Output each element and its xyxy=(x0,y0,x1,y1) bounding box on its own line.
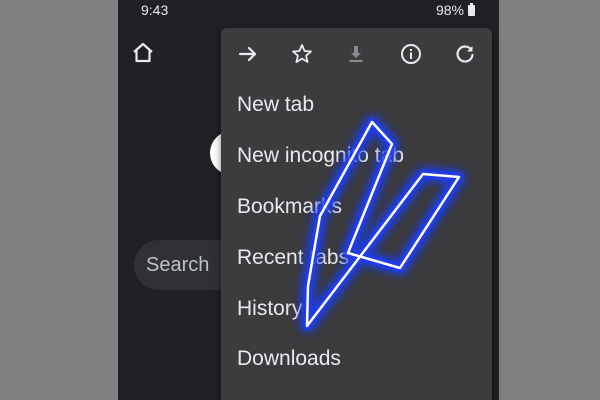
search-placeholder: Search xyxy=(146,254,210,276)
battery-icon xyxy=(468,2,475,16)
status-right: 98% xyxy=(436,2,475,18)
home-icon[interactable] xyxy=(131,41,155,65)
menu-item-downloads[interactable]: Downloads xyxy=(221,334,492,384)
download-icon xyxy=(349,46,363,62)
menu-item-bookmarks[interactable]: Bookmarks xyxy=(221,182,492,232)
battery-percentage: 98% xyxy=(435,2,464,18)
menu-item-label: New tab xyxy=(237,93,315,116)
status-time: 9:43 xyxy=(141,2,169,18)
forward-icon[interactable] xyxy=(236,42,260,66)
menu-item-label: New incognito tab xyxy=(237,144,404,167)
menu-item-label: Downloads xyxy=(237,347,341,370)
menu-item-label: Bookmarks xyxy=(237,195,343,218)
menu-item-history[interactable]: History xyxy=(221,284,492,334)
menu-item-label: Recent tabs xyxy=(237,246,350,269)
menu-item-new-incognito-tab[interactable]: New incognito tab xyxy=(221,131,492,181)
bookmark-star-icon[interactable] xyxy=(290,42,314,66)
menu-toolbar xyxy=(221,28,492,80)
info-icon[interactable] xyxy=(399,42,423,66)
status-bar: 9:43 98% xyxy=(118,0,499,22)
menu-item-recent-tabs[interactable]: Recent tabs xyxy=(221,233,492,283)
menu-item-new-tab[interactable]: New tab xyxy=(221,80,492,130)
refresh-icon[interactable] xyxy=(453,42,477,66)
overflow-menu: New tab New incognito tab Bookmarks Rece… xyxy=(221,28,492,400)
menu-item-label: History xyxy=(237,297,303,320)
